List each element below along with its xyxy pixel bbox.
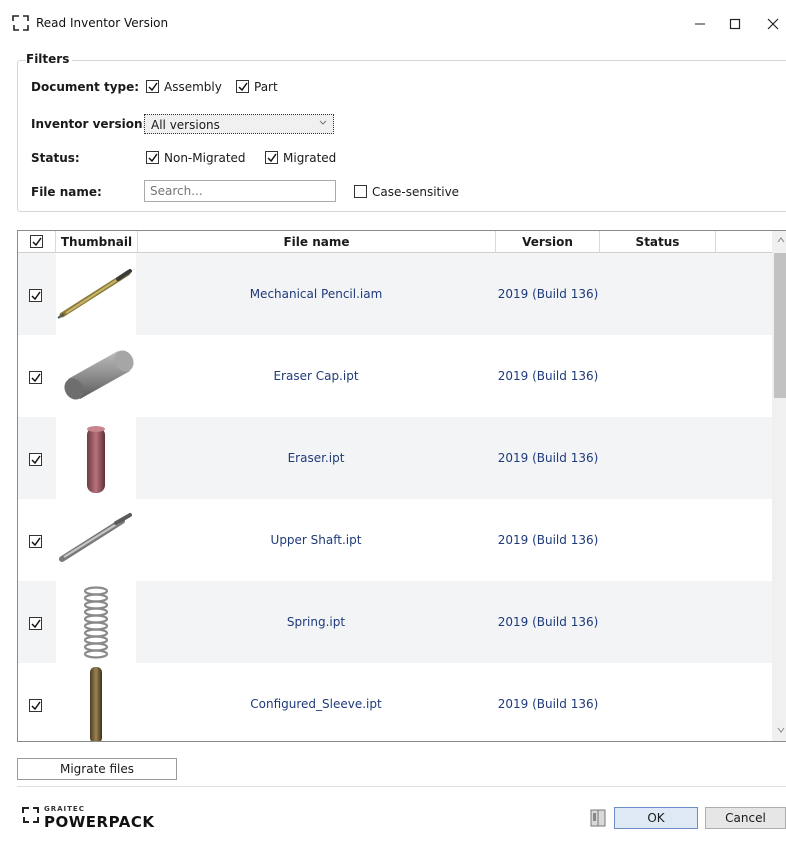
part-checkbox[interactable] xyxy=(236,80,249,93)
footer-divider xyxy=(17,786,786,787)
thumbnail-cell xyxy=(56,417,136,499)
version-cell: 2019 (Build 136) xyxy=(497,287,599,301)
shaft-thumbnail xyxy=(59,513,132,562)
version-cell: 2019 (Build 136) xyxy=(497,451,599,465)
checkmark-icon xyxy=(31,701,41,711)
table-row[interactable]: Mechanical Pencil.iam 2019 (Build 136) xyxy=(18,253,772,335)
checkmark-icon xyxy=(148,153,158,163)
graitec-logo-icon xyxy=(22,807,39,823)
row-checkbox[interactable] xyxy=(29,453,42,466)
row-checkbox[interactable] xyxy=(29,535,42,548)
column-header-file-name[interactable]: File name xyxy=(138,231,496,253)
close-icon xyxy=(767,18,779,30)
version-cell: 2019 (Build 136) xyxy=(497,533,599,547)
checkmark-icon xyxy=(32,237,42,247)
case-sensitive-checkbox[interactable] xyxy=(354,185,367,198)
checkmark-icon xyxy=(267,153,277,163)
row-checkbox[interactable] xyxy=(29,289,42,302)
version-cell: 2019 (Build 136) xyxy=(497,369,599,383)
assembly-label: Assembly xyxy=(164,80,222,94)
file-name-cell: Upper Shaft.ipt xyxy=(270,533,362,547)
version-cell: 2019 (Build 136) xyxy=(497,615,599,629)
file-name-cell: Mechanical Pencil.iam xyxy=(249,287,383,301)
app-logo-icon xyxy=(12,15,29,31)
close-button[interactable] xyxy=(756,10,786,38)
spring-thumbnail xyxy=(83,586,109,659)
inventor-version-label: Inventor version: xyxy=(31,117,148,131)
eraser-thumbnail xyxy=(87,426,105,493)
cancel-button[interactable]: Cancel xyxy=(705,807,786,829)
select-all-header xyxy=(18,231,56,253)
brand-big-text: POWERPACK xyxy=(44,813,155,831)
migrated-checkbox[interactable] xyxy=(265,151,278,164)
minimize-button[interactable] xyxy=(683,10,717,38)
file-name-cell: Eraser.ipt xyxy=(287,451,345,465)
checkmark-icon xyxy=(31,455,41,465)
scrollbar-thumb[interactable] xyxy=(774,253,786,398)
minimize-icon xyxy=(695,23,705,25)
cylinder-thumbnail xyxy=(64,350,134,400)
assembly-checkbox[interactable] xyxy=(146,80,159,93)
column-header-status[interactable]: Status xyxy=(600,231,716,253)
table-row[interactable]: Eraser.ipt 2019 (Build 136) xyxy=(18,417,772,499)
file-name-label: File name: xyxy=(31,185,102,199)
non-migrated-label: Non-Migrated xyxy=(164,151,246,165)
inventor-version-select[interactable]: All versions xyxy=(144,114,334,134)
row-checkbox[interactable] xyxy=(29,617,42,630)
row-checkbox[interactable] xyxy=(29,699,42,712)
chevron-down-icon xyxy=(319,120,327,125)
checkmark-icon xyxy=(31,291,41,301)
table-header: Thumbnail File name Version Status xyxy=(18,231,786,253)
filters-legend: Filters xyxy=(26,52,73,66)
column-header-version[interactable]: Version xyxy=(496,231,600,253)
checkmark-icon xyxy=(31,619,41,629)
non-migrated-checkbox[interactable] xyxy=(146,151,159,164)
version-cell: 2019 (Build 136) xyxy=(497,697,599,711)
status-label: Status: xyxy=(31,151,80,165)
thumbnail-cell xyxy=(56,581,136,663)
migrate-files-button[interactable]: Migrate files xyxy=(17,758,177,780)
checkmark-icon xyxy=(148,82,158,92)
file-name-search-input[interactable] xyxy=(144,180,336,202)
part-label: Part xyxy=(254,80,278,94)
ok-button[interactable]: OK xyxy=(614,807,698,829)
table-scrollbar[interactable] xyxy=(772,231,786,741)
thumbnail-cell xyxy=(56,253,136,335)
table-row[interactable]: Configured_Sleeve.ipt 2019 (Build 136) xyxy=(18,663,772,741)
checkmark-icon xyxy=(31,537,41,547)
table-row[interactable]: Eraser Cap.ipt 2019 (Build 136) xyxy=(18,335,772,417)
thumbnail-cell xyxy=(56,499,136,581)
checkmark-icon xyxy=(31,373,41,383)
file-name-cell: Spring.ipt xyxy=(286,615,346,629)
document-type-label: Document type: xyxy=(31,80,140,94)
file-table: Thumbnail File name Version Status Mecha… xyxy=(17,230,786,742)
table-row[interactable]: Upper Shaft.ipt 2019 (Build 136) xyxy=(18,499,772,581)
title-bar: Read Inventor Version xyxy=(0,8,786,40)
sleeve-thumbnail xyxy=(90,667,102,741)
row-checkbox[interactable] xyxy=(29,371,42,384)
scroll-down-icon[interactable] xyxy=(777,727,785,733)
case-sensitive-label: Case-sensitive xyxy=(372,185,460,199)
inventor-version-value: All versions xyxy=(151,118,220,132)
scroll-up-icon[interactable] xyxy=(777,237,785,243)
file-name-cell: Eraser Cap.ipt xyxy=(273,369,359,383)
brand-small-text: GRAITEC xyxy=(44,805,85,813)
thumbnail-cell xyxy=(56,663,136,741)
file-name-cell: Configured_Sleeve.ipt xyxy=(250,697,382,711)
thumbnail-cell xyxy=(56,335,136,417)
table-row[interactable]: Spring.ipt 2019 (Build 136) xyxy=(18,581,772,663)
column-header-thumbnail[interactable]: Thumbnail xyxy=(56,231,138,253)
migrated-label: Migrated xyxy=(283,151,337,165)
maximize-button[interactable] xyxy=(718,10,752,38)
window-title: Read Inventor Version xyxy=(36,16,169,30)
select-all-checkbox[interactable] xyxy=(30,235,43,248)
maximize-icon xyxy=(729,18,741,30)
pencil-assembly-thumbnail xyxy=(57,269,132,319)
checkmark-icon xyxy=(238,82,248,92)
help-book-icon[interactable] xyxy=(589,808,607,828)
